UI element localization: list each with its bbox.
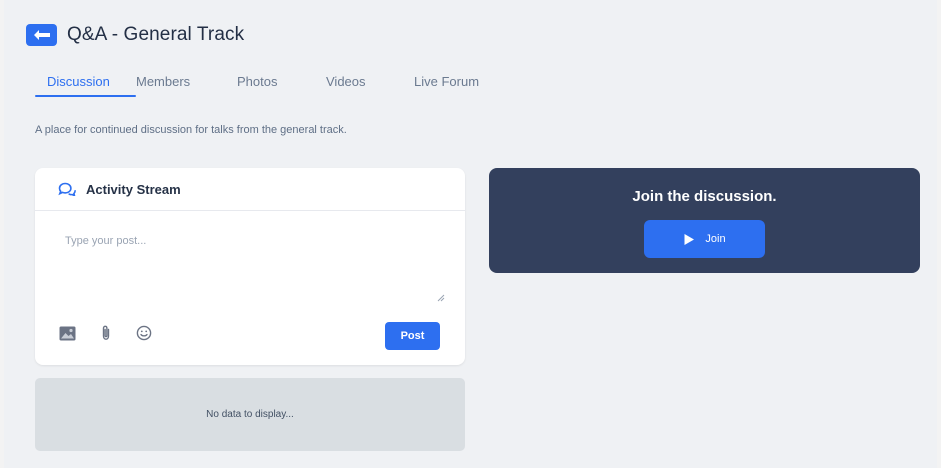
join-discussion-card: Join the discussion. Join bbox=[489, 168, 920, 273]
tab-discussion[interactable]: Discussion bbox=[35, 74, 136, 98]
page-description: A place for continued discussion for tal… bbox=[35, 124, 347, 136]
activity-stream-title: Activity Stream bbox=[86, 181, 181, 197]
resize-handle-icon[interactable] bbox=[437, 294, 445, 302]
paperclip-icon[interactable] bbox=[100, 325, 112, 341]
page-title: Q&A - General Track bbox=[67, 24, 245, 45]
join-button-label: Join bbox=[705, 233, 726, 245]
join-button[interactable]: Join bbox=[644, 220, 765, 258]
page: Q&A - General Track Discussion Members P… bbox=[4, 0, 937, 468]
image-icon[interactable] bbox=[59, 326, 76, 341]
post-input[interactable] bbox=[55, 228, 447, 304]
emoji-icon[interactable] bbox=[136, 325, 152, 341]
empty-state-text: No data to display... bbox=[206, 409, 294, 420]
activity-stream-header: Activity Stream bbox=[35, 168, 465, 211]
post-toolbar bbox=[59, 325, 176, 341]
post-composer bbox=[55, 228, 447, 304]
tab-bar: Discussion Members Photos Videos Live Fo… bbox=[35, 74, 494, 98]
post-button[interactable]: Post bbox=[385, 322, 440, 350]
chat-bubbles-icon bbox=[58, 182, 76, 196]
feed-empty-state: No data to display... bbox=[35, 378, 465, 451]
play-icon bbox=[684, 233, 695, 245]
tab-live-forum[interactable]: Live Forum bbox=[414, 74, 494, 98]
arrow-left-icon bbox=[33, 30, 50, 40]
page-header: Q&A - General Track bbox=[26, 24, 244, 46]
back-button[interactable] bbox=[26, 24, 57, 46]
tab-members[interactable]: Members bbox=[136, 74, 237, 98]
activity-stream-card: Activity Stream Type your post... Post bbox=[35, 168, 465, 365]
tab-photos[interactable]: Photos bbox=[237, 74, 326, 98]
tab-videos[interactable]: Videos bbox=[326, 74, 414, 98]
join-title: Join the discussion. bbox=[632, 188, 777, 205]
